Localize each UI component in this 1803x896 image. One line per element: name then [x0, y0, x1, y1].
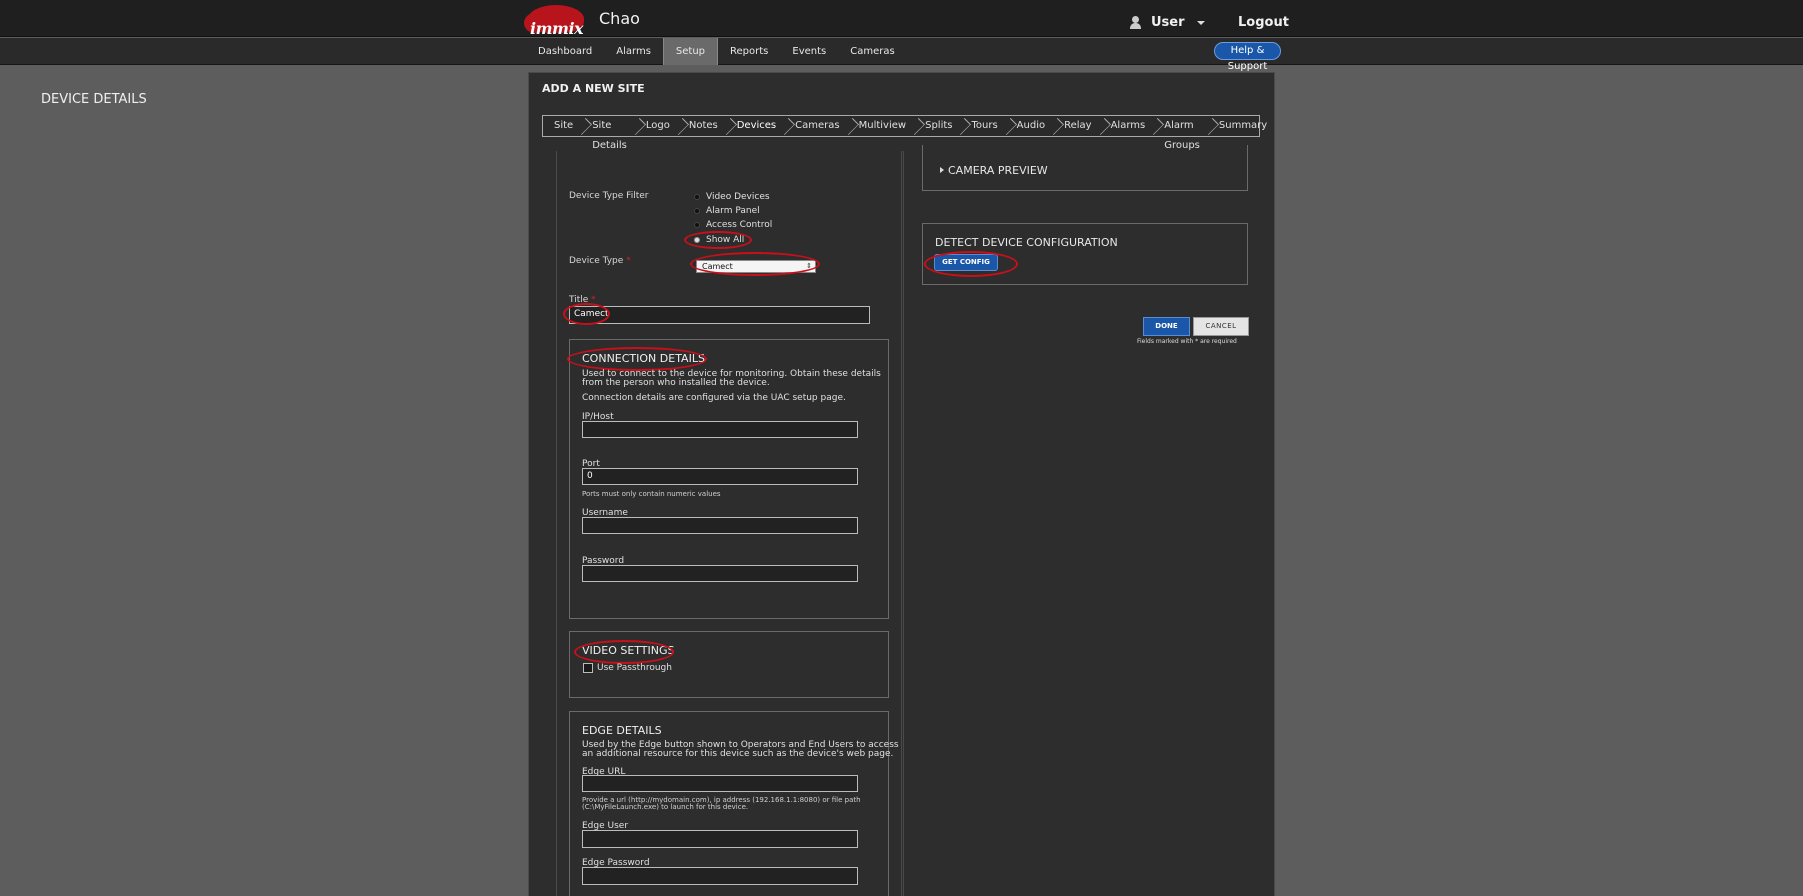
annotation-ellipse: [924, 251, 1018, 277]
annotation-ellipse: [690, 252, 820, 276]
connection-desc-line2: from the person who installed the device…: [582, 378, 770, 388]
step-site-details[interactable]: Site Details: [581, 116, 635, 151]
detect-config-title: DETECT DEVICE CONFIGURATION: [935, 236, 1118, 249]
radio-access-control[interactable]: Access Control: [694, 220, 772, 230]
annotation-ellipse: [563, 303, 610, 325]
required-fields-note: Fields marked with * are required: [1137, 338, 1237, 345]
radio-button[interactable]: [694, 194, 700, 200]
edge-user-input[interactable]: [582, 830, 858, 848]
nav-cameras[interactable]: Cameras: [838, 38, 906, 65]
panel-title: ADD A NEW SITE: [542, 82, 645, 95]
step-logo[interactable]: Logo: [635, 116, 678, 136]
device-type-label-text: Device Type: [569, 256, 624, 266]
nav-bar: Dashboard Alarms Setup Reports Events Ca…: [0, 38, 1803, 65]
user-icon: [1130, 16, 1141, 29]
step-cameras[interactable]: Cameras: [784, 116, 847, 136]
nav-events[interactable]: Events: [780, 38, 838, 65]
radio-label: Alarm Panel: [706, 206, 760, 216]
camera-preview-title[interactable]: CAMERA PREVIEW: [948, 164, 1048, 177]
edge-details-title: EDGE DETAILS: [582, 724, 662, 737]
radio-label: Access Control: [706, 220, 773, 230]
nav-setup[interactable]: Setup: [662, 38, 719, 65]
immix-logo[interactable]: immix: [524, 5, 586, 38]
step-site[interactable]: Site: [543, 116, 581, 136]
top-bar: immix Chao User Logout: [0, 0, 1803, 38]
use-passthrough-label: Use Passthrough: [597, 663, 672, 673]
username-input[interactable]: [582, 517, 858, 534]
main-nav: Dashboard Alarms Setup Reports Events Ca…: [526, 38, 907, 65]
step-audio[interactable]: Audio: [1006, 116, 1053, 136]
annotation-ellipse: [684, 231, 752, 249]
port-hint: Ports must only contain numeric values: [582, 490, 721, 498]
nav-dashboard[interactable]: Dashboard: [526, 38, 604, 65]
edge-url-hint-line2: (C:\MyFileLaunch.exe) to launch for this…: [582, 803, 749, 811]
annotation-ellipse: [567, 347, 707, 371]
step-notes[interactable]: Notes: [678, 116, 726, 136]
required-mark: *: [626, 256, 631, 266]
password-input[interactable]: [582, 565, 858, 582]
help-support-button[interactable]: Help & Support: [1214, 42, 1281, 72]
step-alarm-groups[interactable]: Alarm Groups: [1153, 116, 1208, 151]
step-multiview[interactable]: Multiview: [848, 116, 914, 136]
device-type-filter-label: Device Type Filter: [569, 191, 649, 201]
port-input[interactable]: 0: [582, 468, 858, 485]
logo-text: immix: [530, 19, 584, 38]
column-divider: [903, 151, 904, 896]
caret-down-icon: [1196, 20, 1205, 25]
ip-host-input[interactable]: [582, 421, 858, 438]
radio-button[interactable]: [694, 208, 700, 214]
wizard-steps: Site Site Details Logo Notes Devices Cam…: [542, 115, 1267, 151]
port-value: 0: [587, 471, 593, 481]
nav-alarms[interactable]: Alarms: [604, 38, 663, 65]
cancel-button[interactable]: CANCEL: [1193, 317, 1249, 336]
edge-password-input[interactable]: [582, 867, 858, 885]
expand-arrow-icon[interactable]: [940, 167, 944, 173]
step-devices[interactable]: Devices: [726, 116, 784, 136]
annotation-ellipse: [574, 640, 674, 664]
company-name: Chao: [599, 9, 640, 28]
step-splits[interactable]: Splits: [914, 116, 960, 136]
logout-link[interactable]: Logout: [1238, 15, 1289, 30]
step-alarms[interactable]: Alarms: [1100, 116, 1154, 136]
use-passthrough-checkbox[interactable]: [583, 663, 593, 673]
user-label: User: [1151, 15, 1185, 30]
user-menu[interactable]: User: [1130, 15, 1205, 30]
radio-video-devices[interactable]: Video Devices: [694, 192, 770, 202]
radio-label: Video Devices: [706, 192, 770, 202]
title-input[interactable]: Camect: [569, 306, 870, 324]
radio-button[interactable]: [694, 222, 700, 228]
device-details-title: DEVICE DETAILS: [41, 92, 147, 107]
step-summary[interactable]: Summary: [1208, 116, 1275, 136]
step-relay[interactable]: Relay: [1053, 116, 1099, 136]
nav-reports[interactable]: Reports: [718, 38, 780, 65]
connection-note: Connection details are configured via th…: [582, 393, 846, 403]
step-tours[interactable]: Tours: [960, 116, 1005, 136]
edge-url-input[interactable]: [582, 775, 858, 792]
done-button[interactable]: DONE: [1143, 317, 1190, 336]
device-type-label: Device Type *: [569, 256, 631, 266]
edge-desc-line2: an additional resource for this device s…: [582, 749, 894, 759]
radio-alarm-panel[interactable]: Alarm Panel: [694, 206, 760, 216]
